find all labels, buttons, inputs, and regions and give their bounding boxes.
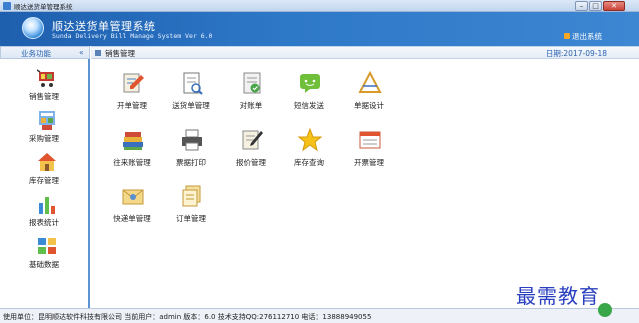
bar-chart-icon [39, 197, 55, 214]
warehouse-icon [38, 153, 56, 171]
title-bar: 顺达送货单管理系统 – □ ✕ [0, 0, 639, 12]
design-tool-icon [358, 71, 382, 93]
tile-orders[interactable]: 订单管理 [156, 184, 226, 230]
star-icon [298, 128, 322, 152]
sidebar-header: 业务功能 « [0, 46, 90, 59]
watermark-text: 最需教育 [516, 284, 600, 308]
sidebar-item-label: 报表统计 [29, 218, 59, 227]
sidebar-item-reports[interactable]: 报表统计 [0, 189, 88, 229]
minimize-button[interactable]: – [575, 1, 588, 11]
status-text: 使用单位：昆明顺达软件科技有限公司 当前用户：admin 版本：6.0 技术支持… [3, 313, 372, 321]
sidebar-item-sales[interactable]: 销售管理 [0, 63, 88, 103]
sidebar-title: 业务功能 [21, 49, 51, 58]
invoice-window-icon [359, 131, 381, 149]
tile-label: 开票管理 [354, 158, 384, 167]
sidebar-item-label: 库存管理 [29, 176, 59, 185]
sidebar: 销售管理 采购管理 库存管理 报表统计 基础数据 [0, 59, 90, 308]
ledger-books-icon [123, 132, 143, 150]
sidebar-item-purchase[interactable]: 采购管理 [0, 105, 88, 145]
sidebar-item-label: 基础数据 [29, 260, 59, 269]
order-docs-icon [182, 185, 201, 207]
content-header: 销售管理 日期:2017-09-18 [91, 46, 639, 59]
data-blocks-icon [38, 238, 56, 254]
shopping-cart-icon [37, 69, 54, 87]
collapse-sidebar-button[interactable]: « [79, 48, 84, 57]
statement-check-icon [243, 72, 261, 94]
purchase-icon [39, 111, 55, 130]
current-date: 日期:2017-09-18 [545, 49, 607, 58]
sidebar-item-basic-data[interactable]: 基础数据 [0, 231, 88, 271]
logout-button[interactable]: 退出系统 [564, 31, 602, 41]
sidebar-item-label: 采购管理 [29, 134, 59, 143]
logout-icon [564, 33, 570, 39]
app-icon [3, 2, 11, 10]
window-title: 顺达送货单管理系统 [14, 3, 73, 11]
delivery-doc-icon [183, 72, 203, 95]
status-bar: 使用单位：昆明顺达软件科技有限公司 当前用户：admin 版本：6.0 技术支持… [0, 308, 639, 323]
tile-label: 订单管理 [176, 214, 206, 223]
close-button[interactable]: ✕ [603, 1, 625, 11]
sms-bubble-icon [300, 74, 320, 93]
tile-invoice[interactable]: 开票管理 [334, 128, 404, 174]
app-subtitle: Sunda Delivery Bill Manage System Ver 6.… [52, 32, 213, 40]
sidebar-item-inventory[interactable]: 库存管理 [0, 147, 88, 187]
globe-logo-icon [22, 17, 44, 39]
maximize-button[interactable]: □ [589, 1, 602, 11]
tile-label: 单据设计 [354, 101, 384, 110]
printer-icon [182, 129, 202, 151]
sidebar-item-label: 销售管理 [29, 92, 59, 101]
quote-doc-icon [242, 130, 263, 150]
section-title: 销售管理 [105, 49, 135, 58]
envelope-icon [122, 189, 144, 205]
form-edit-icon [123, 73, 144, 93]
corner-badge-icon [598, 303, 612, 317]
section-marker-icon [95, 50, 101, 56]
logout-label: 退出系统 [572, 31, 602, 41]
tile-doc-design[interactable]: 单据设计 [334, 71, 404, 117]
